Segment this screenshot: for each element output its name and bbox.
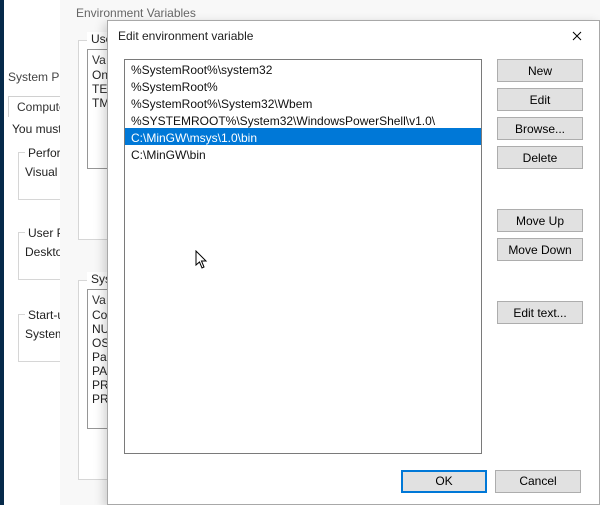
move-up-button[interactable]: Move Up <box>497 209 583 232</box>
edit-environment-variable-dialog: Edit environment variable %SystemRoot%\s… <box>107 20 600 505</box>
move-down-button[interactable]: Move Down <box>497 238 583 261</box>
path-item[interactable]: %SystemRoot%\System32\Wbem <box>125 94 481 111</box>
edit-text-button[interactable]: Edit text... <box>497 301 583 324</box>
path-item[interactable]: %SystemRoot% <box>125 77 481 94</box>
path-list[interactable]: %SystemRoot%\system32%SystemRoot%%System… <box>124 59 482 454</box>
edit-button[interactable]: Edit <box>497 88 583 111</box>
new-button[interactable]: New <box>497 59 583 82</box>
path-item[interactable]: C:\MinGW\bin <box>125 145 481 162</box>
edit-dialog-title: Edit environment variable <box>118 29 555 43</box>
ok-button[interactable]: OK <box>401 470 487 493</box>
browse-button[interactable]: Browse... <box>497 117 583 140</box>
cancel-button[interactable]: Cancel <box>495 470 581 493</box>
close-button[interactable] <box>555 21 599 51</box>
environment-variables-title: Environment Variables <box>76 6 196 20</box>
edit-dialog-footer: OK Cancel <box>108 458 599 504</box>
delete-button[interactable]: Delete <box>497 146 583 169</box>
button-column: New Edit Browse... Delete Move Up Move D… <box>497 59 583 324</box>
path-item[interactable]: %SYSTEMROOT%\System32\WindowsPowerShell\… <box>125 111 481 128</box>
edit-dialog-titlebar[interactable]: Edit environment variable <box>108 21 599 51</box>
system-properties-edge <box>0 0 4 505</box>
system-properties-body: You must <box>12 122 62 136</box>
path-item[interactable]: %SystemRoot%\system32 <box>125 60 481 77</box>
close-icon <box>572 31 582 41</box>
path-item[interactable]: C:\MinGW\msys\1.0\bin <box>125 128 481 145</box>
